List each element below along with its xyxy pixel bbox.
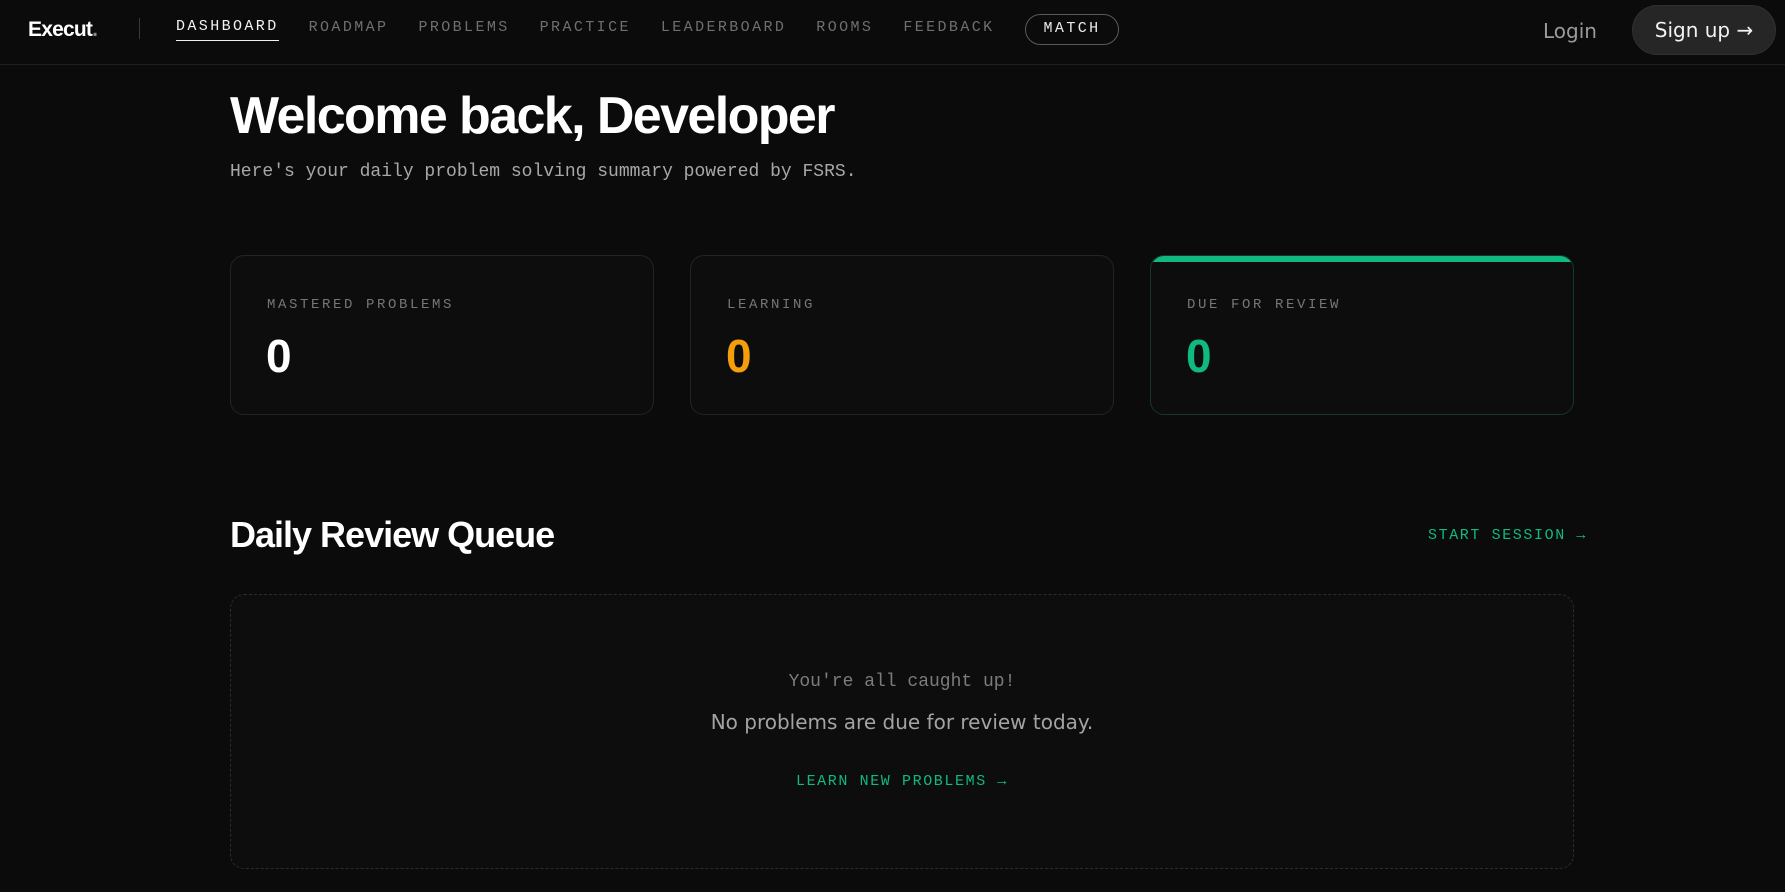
nav-item-feedback[interactable]: FEEDBACK bbox=[903, 18, 994, 41]
learn-new-container: LEARN NEW PROBLEMS → bbox=[231, 773, 1573, 791]
learn-new-problems-link[interactable]: LEARN NEW PROBLEMS → bbox=[796, 773, 1008, 790]
logo-dot: . bbox=[92, 18, 98, 41]
stat-label: LEARNING bbox=[727, 297, 816, 313]
stat-card-mastered: MASTERED PROBLEMS 0 bbox=[230, 255, 654, 415]
review-queue-empty-state: You're all caught up! No problems are du… bbox=[230, 594, 1574, 869]
stat-label: MASTERED PROBLEMS bbox=[267, 297, 455, 313]
nav-item-dashboard[interactable]: DASHBOARD bbox=[176, 17, 279, 41]
stat-label: DUE FOR REVIEW bbox=[1187, 297, 1342, 313]
main-nav: DASHBOARD ROADMAP PROBLEMS PRACTICE LEAD… bbox=[176, 0, 1119, 58]
logo-text: Execut bbox=[28, 18, 93, 41]
nav-item-roadmap[interactable]: ROADMAP bbox=[309, 18, 389, 41]
nav-item-leaderboard[interactable]: LEADERBOARD bbox=[661, 18, 786, 41]
match-button[interactable]: MATCH bbox=[1024, 13, 1119, 45]
stat-value: 0 bbox=[266, 330, 292, 382]
page-subtitle: Here's your daily problem solving summar… bbox=[230, 162, 857, 182]
stat-card-due-for-review: DUE FOR REVIEW 0 bbox=[1150, 255, 1574, 415]
empty-state-title: You're all caught up! bbox=[788, 672, 1016, 692]
stat-value: 0 bbox=[726, 330, 752, 382]
page-title: Welcome back, Developer bbox=[230, 87, 835, 145]
accent-bar bbox=[1151, 256, 1573, 262]
empty-state-message: No problems are due for review today. bbox=[710, 710, 1094, 734]
top-navigation-bar: Execut. DASHBOARD ROADMAP PROBLEMS PRACT… bbox=[0, 0, 1785, 65]
nav-item-problems[interactable]: PROBLEMS bbox=[418, 18, 509, 41]
start-session-link[interactable]: START SESSION → bbox=[1428, 527, 1587, 545]
stat-value: 0 bbox=[1186, 330, 1212, 382]
nav-divider bbox=[139, 18, 140, 39]
logo[interactable]: Execut. bbox=[28, 18, 98, 42]
login-link[interactable]: Login bbox=[1543, 19, 1597, 43]
signup-button[interactable]: Sign up → bbox=[1632, 5, 1776, 55]
section-title: Daily Review Queue bbox=[230, 514, 555, 555]
nav-item-practice[interactable]: PRACTICE bbox=[540, 18, 631, 41]
nav-item-rooms[interactable]: ROOMS bbox=[816, 18, 873, 41]
stat-card-learning: LEARNING 0 bbox=[690, 255, 1114, 415]
